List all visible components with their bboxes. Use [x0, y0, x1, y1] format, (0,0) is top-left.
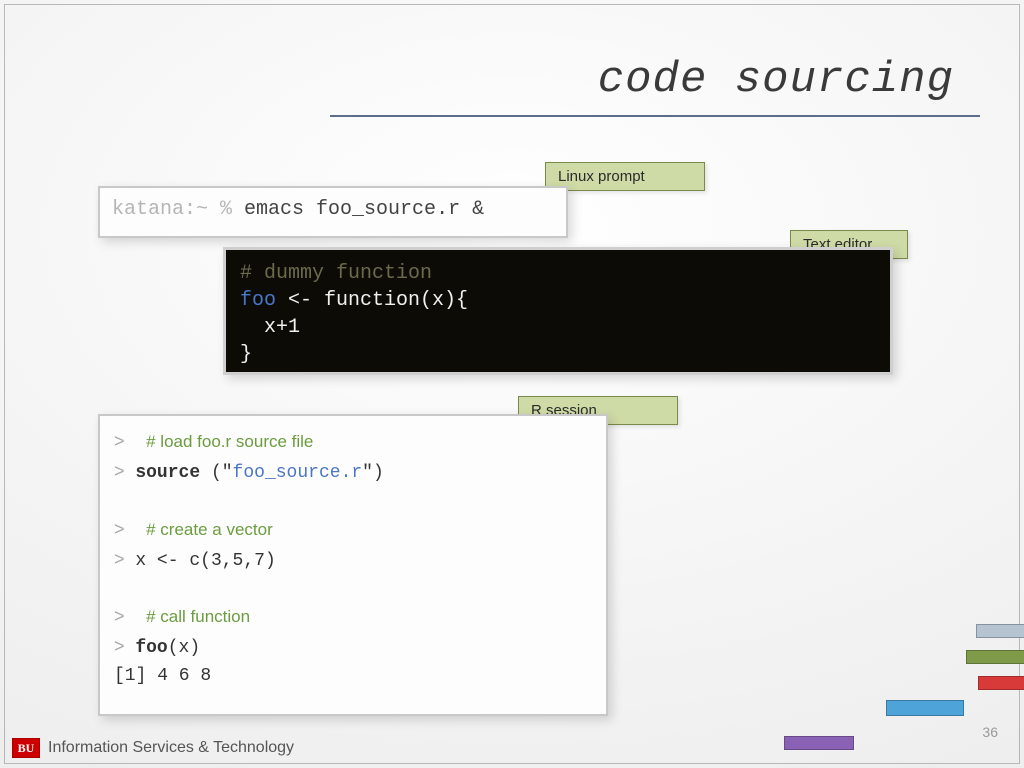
- deco-bar-1: [976, 624, 1024, 638]
- r-prompt: >: [114, 606, 125, 626]
- deco-bar-5: [784, 736, 854, 750]
- r-comment-1: # load foo.r source file: [146, 432, 313, 451]
- editor-fname: foo: [240, 289, 276, 312]
- r-comment-2: # create a vector: [146, 520, 273, 539]
- footer: BU Information Services & Technology: [12, 738, 294, 758]
- editor-comment: # dummy function: [240, 262, 432, 285]
- title-underline: [330, 115, 980, 117]
- r-call-fn: foo: [135, 638, 167, 658]
- r-source-open: (": [200, 463, 232, 483]
- r-prompt: >: [114, 431, 125, 451]
- deco-bar-4: [886, 700, 964, 716]
- r-source-file: foo_source.r: [233, 463, 363, 483]
- page-number: 36: [982, 724, 998, 740]
- editor-body: x+1: [240, 316, 300, 339]
- linux-prompt-panel: katana:~ % emacs foo_source.r &: [98, 186, 568, 238]
- r-prompt: >: [114, 636, 125, 656]
- label-linux-prompt: Linux prompt: [545, 162, 705, 191]
- r-source-close: "): [362, 463, 384, 483]
- r-assign: x <- c(3,5,7): [135, 551, 275, 571]
- r-output: [1] 4 6 8: [114, 666, 211, 686]
- r-prompt: >: [114, 549, 125, 569]
- shell-command: emacs foo_source.r &: [244, 198, 484, 221]
- deco-bar-3: [978, 676, 1024, 690]
- r-source-kw: source: [135, 463, 200, 483]
- shell-prompt: katana:~ %: [112, 198, 244, 221]
- slide-title: code sourcing: [598, 55, 954, 105]
- r-call-args: (x): [168, 638, 200, 658]
- editor-fn-decl: <- function(x){: [276, 289, 468, 312]
- bu-logo: BU: [12, 738, 40, 758]
- r-prompt: >: [114, 519, 125, 539]
- r-session-panel: > # load foo.r source file > source ("fo…: [98, 414, 608, 716]
- r-prompt: >: [114, 461, 125, 481]
- footer-text: Information Services & Technology: [48, 739, 294, 757]
- editor-close: }: [240, 343, 252, 366]
- deco-bar-2: [966, 650, 1024, 664]
- text-editor-panel: # dummy function foo <- function(x){ x+1…: [223, 247, 893, 375]
- r-comment-3: # call function: [146, 607, 250, 626]
